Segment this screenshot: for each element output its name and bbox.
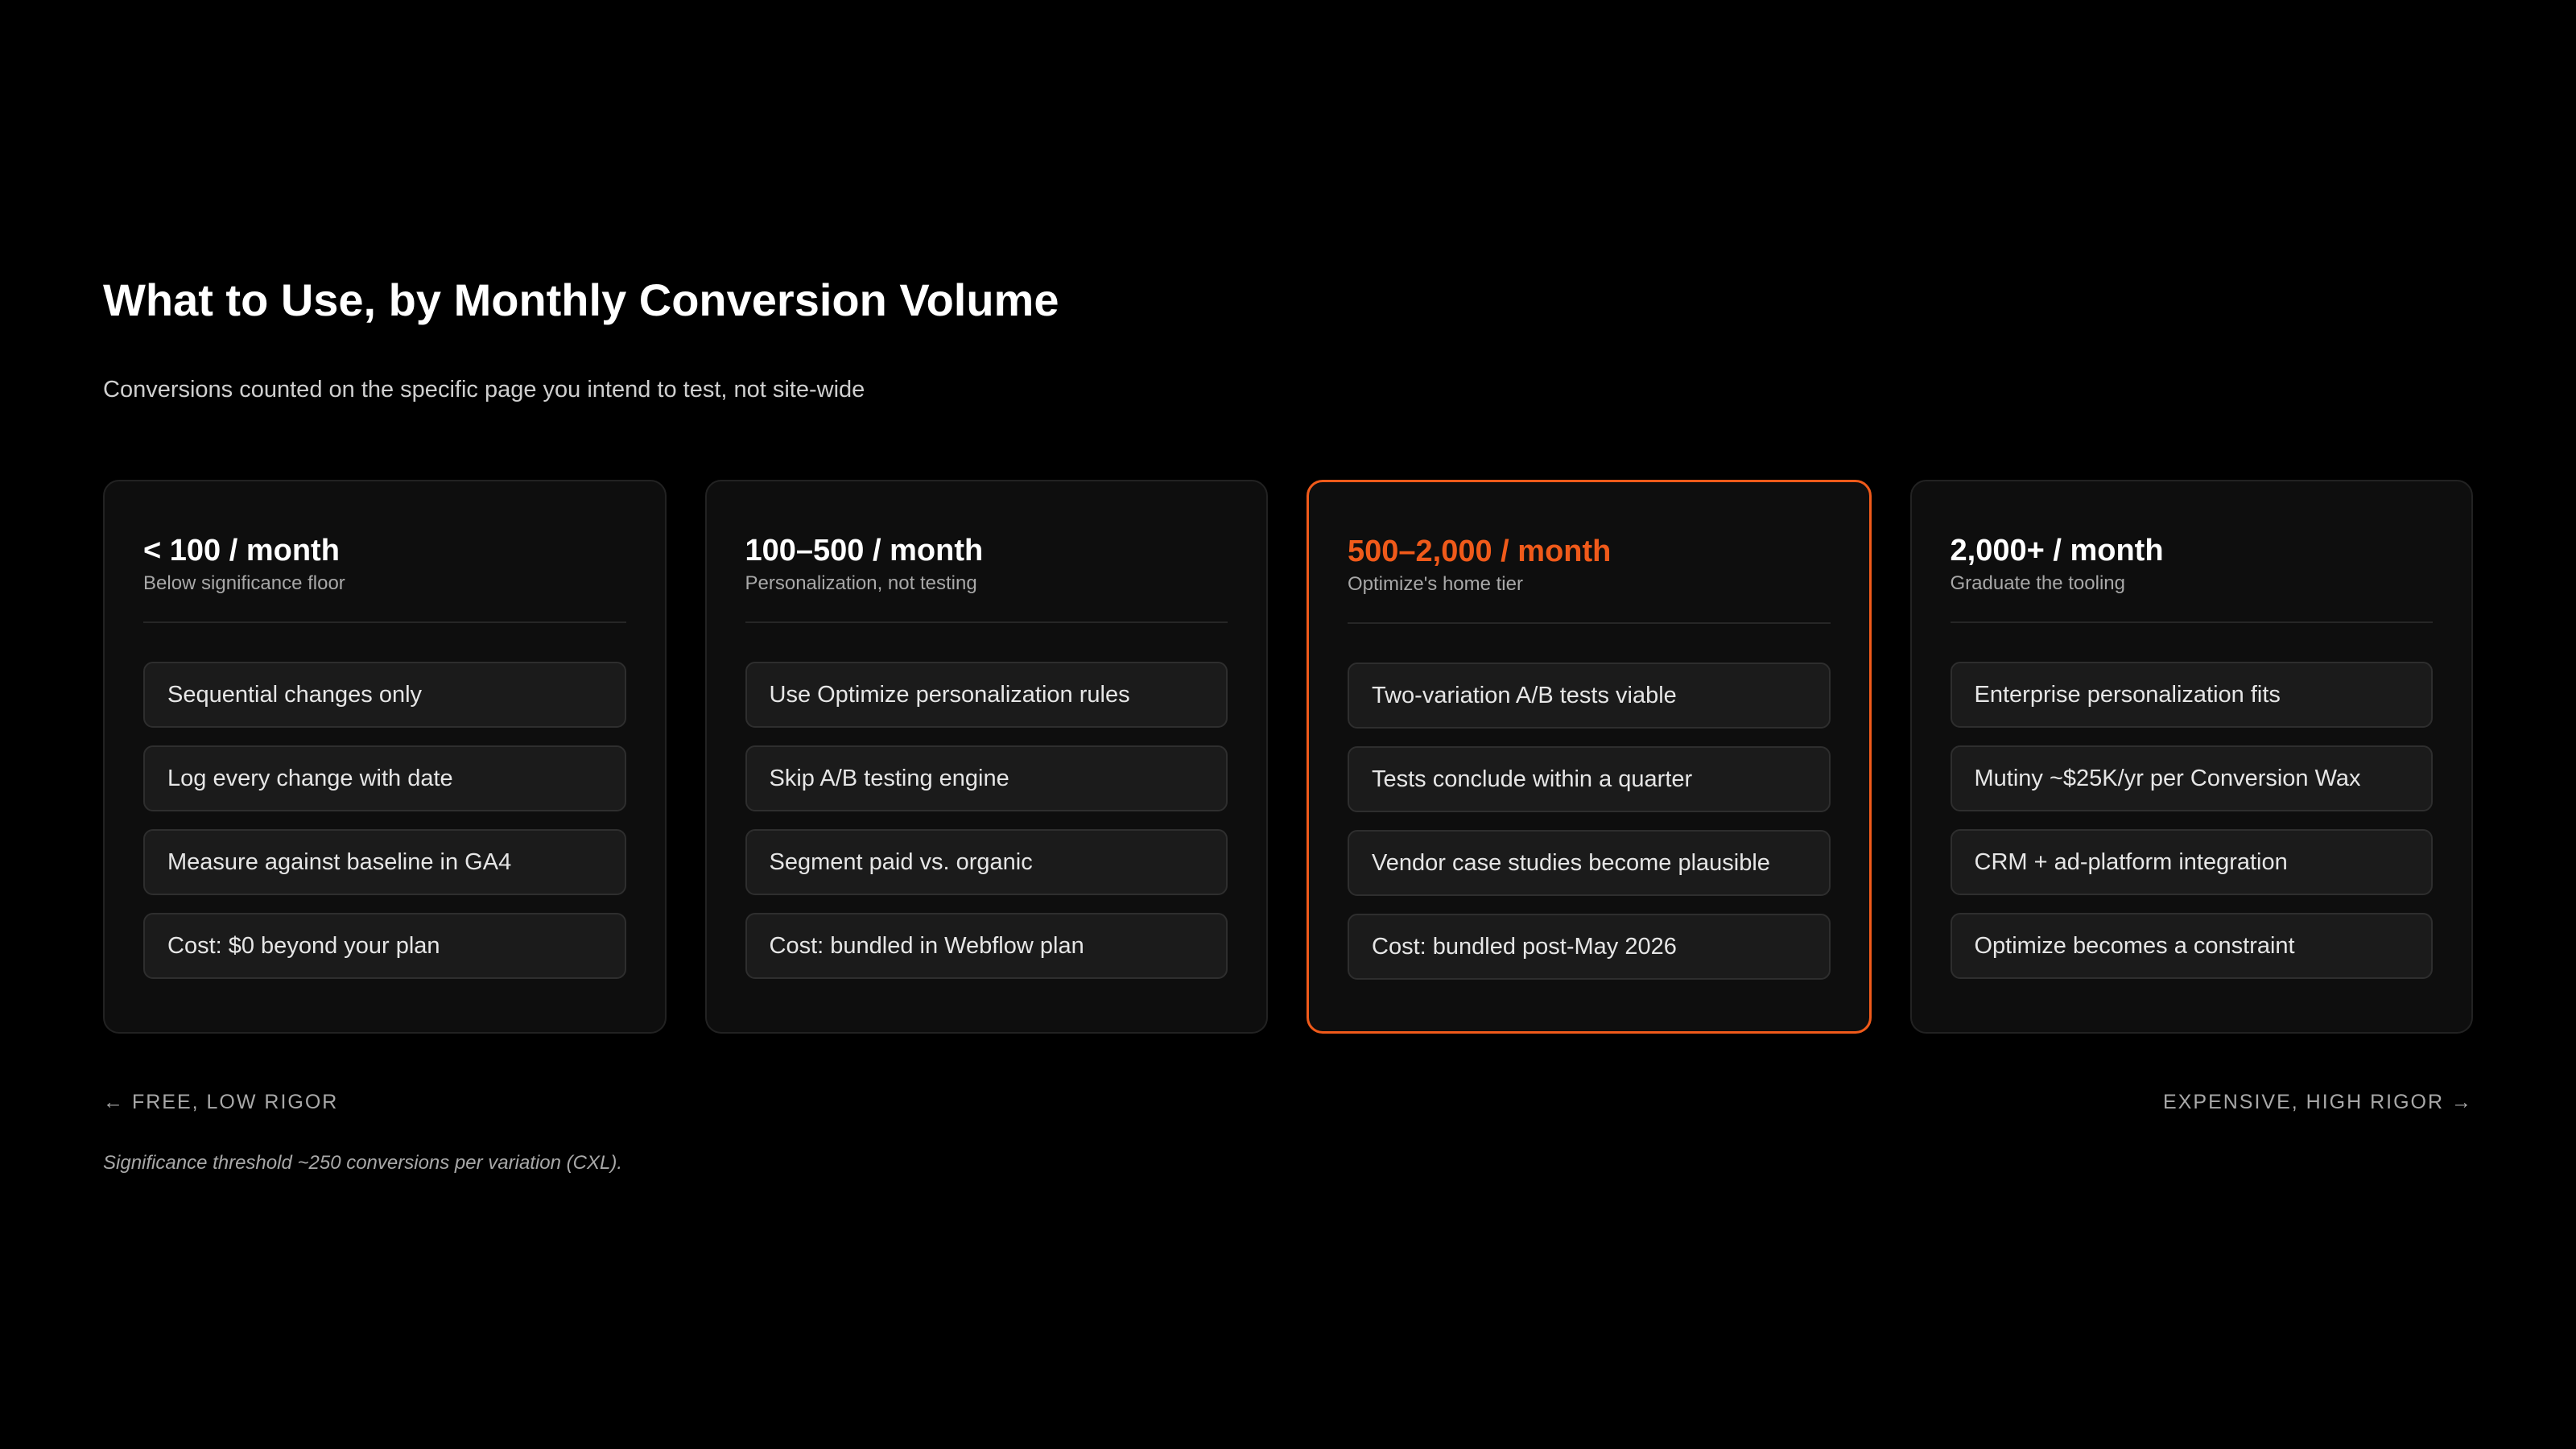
tier-item: CRM + ad-platform integration [1950,829,2433,895]
tier-item: Skip A/B testing engine [745,745,1228,811]
tier-title: 500–2,000 / month [1348,535,1612,568]
tier-item: Optimize becomes a constraint [1950,913,2433,979]
divider [1950,621,2433,623]
tier-item: Tests conclude within a quarter [1348,746,1831,812]
tier-title: 2,000+ / month [1950,534,2164,568]
axis-label-right: EXPENSIVE, HIGH RIGOR → [2163,1091,2473,1113]
tier-items: Two-variation A/B tests viable Tests con… [1348,663,1831,980]
tier-card-500-2000: 500–2,000 / month Optimize's home tier T… [1307,480,1872,1034]
tier-card-2000-plus: 2,000+ / month Graduate the tooling Ente… [1909,480,2473,1034]
tier-item: Measure against baseline in GA4 [143,829,626,895]
tier-subtitle: Graduate the tooling [1950,572,2126,594]
tier-card-under-100: < 100 / month Below significance floor S… [103,480,667,1034]
tier-subtitle: Optimize's home tier [1348,573,1523,595]
tier-item: Segment paid vs. organic [745,829,1228,895]
tier-items: Sequential changes only Log every change… [143,662,626,979]
tier-items: Use Optimize personalization rules Skip … [745,662,1228,979]
tier-item: Two-variation A/B tests viable [1348,663,1831,729]
tier-item: Cost: bundled in Webflow plan [745,913,1228,979]
axis-label-left: ← FREE, LOW RIGOR [103,1091,339,1113]
tier-subtitle: Below significance floor [143,572,345,594]
tier-item: Vendor case studies become plausible [1348,830,1831,896]
footnote: Significance threshold ~250 conversions … [103,1152,623,1174]
tier-item: Sequential changes only [143,662,626,728]
divider [143,621,626,623]
divider [745,621,1228,623]
page-subtitle: Conversions counted on the specific page… [103,377,865,402]
divider [1348,622,1831,624]
tier-card-100-500: 100–500 / month Personalization, not tes… [704,480,1268,1034]
page-title: What to Use, by Monthly Conversion Volum… [103,275,1059,325]
tier-subtitle: Personalization, not testing [745,572,977,594]
tier-title: 100–500 / month [745,534,984,568]
tier-title: < 100 / month [143,534,340,568]
tier-items: Enterprise personalization fits Mutiny ~… [1950,662,2433,979]
tier-item: Use Optimize personalization rules [745,662,1228,728]
tier-item: Cost: $0 beyond your plan [143,913,626,979]
tier-item: Log every change with date [143,745,626,811]
tier-item: Cost: bundled post-May 2026 [1348,914,1831,980]
tier-item: Mutiny ~$25K/yr per Conversion Wax [1950,745,2433,811]
tier-item: Enterprise personalization fits [1950,662,2433,728]
tier-cards: < 100 / month Below significance floor S… [103,480,2473,1034]
